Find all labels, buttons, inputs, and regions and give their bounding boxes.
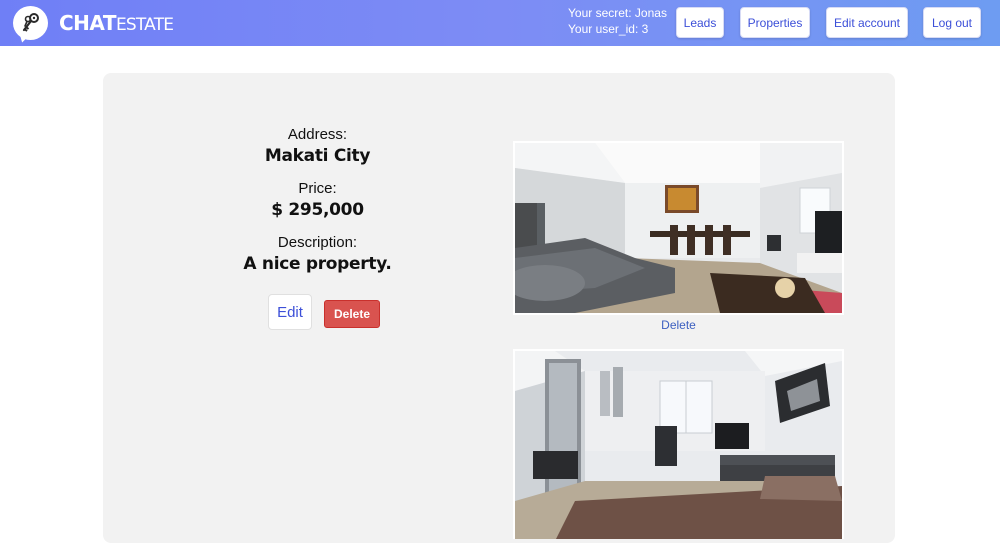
description-label: Description: bbox=[277, 234, 358, 251]
price-value: $ 295,000 bbox=[271, 200, 364, 220]
living-room-photo-icon bbox=[515, 143, 842, 313]
photo-1-delete-link[interactable]: Delete bbox=[513, 318, 844, 332]
logo-keys-icon[interactable] bbox=[13, 6, 48, 40]
property-photo-2[interactable] bbox=[513, 349, 844, 539]
price-section: Price: $ 295,000 bbox=[180, 180, 455, 220]
address-label: Address: bbox=[287, 126, 348, 143]
user-secret-text: Your secret: Jonas bbox=[568, 6, 667, 20]
address-section: Address: Makati City bbox=[180, 126, 455, 166]
brand-logo-text[interactable]: CHATESTATE bbox=[59, 11, 174, 35]
brand-part-2: ESTATE bbox=[115, 15, 174, 35]
price-label: Price: bbox=[298, 180, 337, 197]
address-value: Makati City bbox=[264, 146, 371, 166]
leads-button[interactable]: Leads bbox=[676, 7, 724, 38]
description-section: Description: A nice property. bbox=[180, 234, 455, 274]
logout-button[interactable]: Log out bbox=[923, 7, 981, 38]
edit-property-button[interactable]: Edit bbox=[268, 294, 312, 330]
brand-part-1: CHAT bbox=[59, 11, 116, 35]
bedroom-photo-icon bbox=[515, 351, 842, 539]
user-info: Your secret: Jonas Your user_id: 3 bbox=[568, 5, 667, 37]
properties-button[interactable]: Properties bbox=[740, 7, 810, 38]
edit-account-button[interactable]: Edit account bbox=[826, 7, 908, 38]
keys-icon bbox=[22, 13, 39, 32]
user-id-text: Your user_id: 3 bbox=[568, 22, 649, 36]
top-navbar: CHATESTATE Your secret: Jonas Your user_… bbox=[0, 0, 1000, 46]
delete-property-button[interactable]: Delete bbox=[324, 300, 380, 328]
description-value: A nice property. bbox=[243, 254, 392, 274]
property-photo-1[interactable] bbox=[513, 141, 844, 315]
